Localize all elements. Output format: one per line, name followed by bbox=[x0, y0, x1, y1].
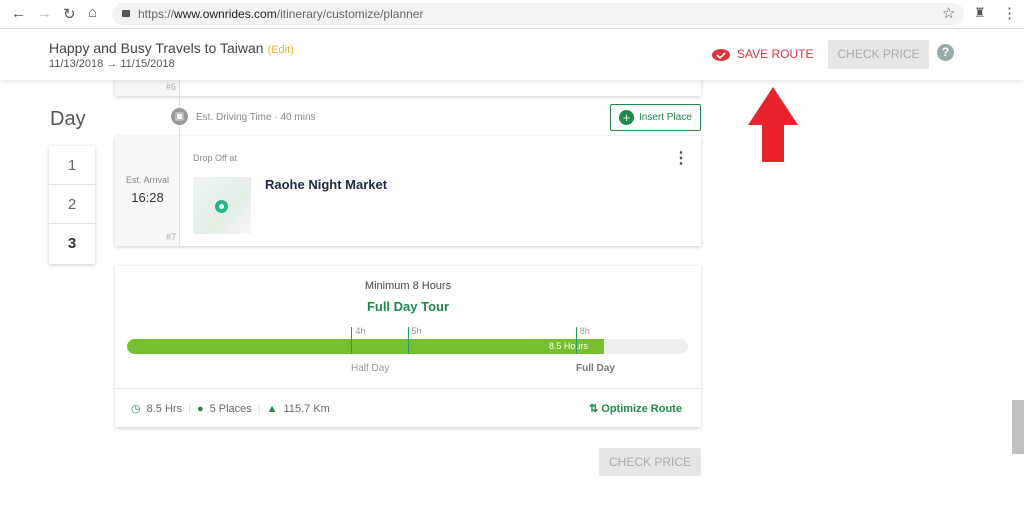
distance-icon: ▲ bbox=[266, 402, 278, 415]
tick-label: 8h bbox=[579, 326, 590, 336]
url-prefix: https:// bbox=[138, 7, 175, 21]
page-header: Happy and Busy Travels to Taiwan (Edit) 1… bbox=[0, 29, 1024, 80]
places-count: 5 Places bbox=[209, 402, 252, 415]
star-icon[interactable]: ☆ bbox=[942, 4, 955, 22]
more-options-icon[interactable]: ⋮ bbox=[673, 148, 689, 168]
optimize-icon: ⇅ bbox=[589, 403, 599, 415]
car-icon: ▣ bbox=[171, 108, 188, 125]
optimize-route-button[interactable]: ⇅ Optimize Route bbox=[589, 402, 682, 415]
progress-label: 8.5 Hours bbox=[548, 341, 588, 351]
extension-icon[interactable]: ♜ bbox=[974, 5, 986, 21]
arrival-label: Est. Arrival bbox=[125, 175, 169, 185]
map-thumbnail[interactable] bbox=[193, 177, 251, 234]
url-path: /itinerary/customize/planner bbox=[276, 7, 424, 21]
total-hours: 8.5 Hrs bbox=[146, 402, 183, 415]
cloud-check-icon bbox=[712, 49, 730, 61]
minimum-hours: Minimum 8 Hours bbox=[364, 280, 452, 292]
forward-icon[interactable]: → bbox=[37, 5, 52, 22]
title-text: Happy and Busy Travels to Taiwan bbox=[49, 40, 264, 56]
total-distance: 115.7 Km bbox=[283, 402, 330, 415]
check-price-bottom-button[interactable]: CHECK PRICE bbox=[599, 448, 701, 476]
plus-icon: + bbox=[619, 110, 634, 125]
driving-time: Est. Driving Time · 40 mins bbox=[196, 112, 316, 123]
day-tab-3[interactable]: 3 bbox=[49, 224, 95, 263]
save-route-label: SAVE ROUTE bbox=[737, 47, 814, 61]
tick-mark bbox=[575, 327, 577, 354]
stop-type: Drop Off at bbox=[193, 153, 237, 163]
driving-label: Est. Driving Time bbox=[196, 112, 272, 123]
insert-place-button[interactable]: + Insert Place bbox=[610, 104, 701, 131]
date-range: 11/13/2018 → 11/15/2018 bbox=[49, 58, 175, 70]
tour-type: Full Day Tour bbox=[366, 299, 450, 314]
map-pin-icon bbox=[215, 200, 228, 213]
tick-label: 5h bbox=[411, 326, 422, 336]
reload-icon[interactable]: ↻ bbox=[63, 5, 76, 23]
url-domain: www.ownrides.com bbox=[174, 7, 277, 21]
day-summary-card: Minimum 8 Hours Full Day Tour 8.5 Hours … bbox=[115, 266, 701, 427]
help-icon[interactable]: ? bbox=[937, 44, 954, 61]
optimize-label: Optimize Route bbox=[601, 403, 682, 415]
arrival-time: 16:28 bbox=[131, 190, 164, 205]
itinerary-title: Happy and Busy Travels to Taiwan (Edit) bbox=[49, 40, 294, 56]
full-day-label: Full Day bbox=[576, 363, 615, 374]
insert-place-label: Insert Place bbox=[639, 112, 692, 123]
scrollbar-thumb[interactable] bbox=[1012, 400, 1024, 454]
stop-index: #7 bbox=[166, 232, 177, 242]
place-name[interactable]: Raohe Night Market bbox=[265, 177, 387, 192]
day-heading: Day bbox=[50, 108, 86, 130]
route-stats: ◷ 8.5 Hrs | ● 5 Places | ▲ 115.7 Km bbox=[131, 402, 330, 416]
menu-icon[interactable]: ⋮ bbox=[1002, 4, 1017, 22]
tick-label: 4h bbox=[355, 326, 366, 336]
save-route-button[interactable]: SAVE ROUTE bbox=[711, 47, 813, 61]
half-day-label: Half Day bbox=[351, 363, 390, 374]
location-pin-icon: ● bbox=[196, 402, 204, 415]
day-tab-2[interactable]: 2 bbox=[49, 185, 95, 224]
sep: · bbox=[274, 112, 278, 123]
check-price-button[interactable]: CHECK PRICE bbox=[828, 40, 929, 69]
address-bar[interactable]: https://www.ownrides.com/itinerary/custo… bbox=[112, 3, 964, 25]
back-icon[interactable]: ← bbox=[11, 5, 26, 22]
lock-icon bbox=[122, 10, 130, 17]
browser-toolbar: ← → ↻ ⌂ https://www.ownrides.com/itinera… bbox=[0, 0, 1024, 29]
clock-icon: ◷ bbox=[131, 403, 141, 415]
start-date: 11/13/2018 bbox=[49, 58, 104, 70]
arrow-right-icon: → bbox=[106, 58, 118, 70]
driving-value: 40 mins bbox=[280, 112, 316, 123]
day-selector: 1 2 3 bbox=[49, 146, 95, 264]
edit-link[interactable]: (Edit) bbox=[268, 44, 294, 56]
hours-progress-fill bbox=[127, 339, 604, 354]
tick-mark bbox=[407, 327, 409, 354]
tick-mark bbox=[351, 327, 353, 354]
home-icon[interactable]: ⌂ bbox=[88, 4, 97, 21]
day-tab-1[interactable]: 1 bbox=[49, 146, 95, 185]
red-arrow-annotation bbox=[748, 87, 798, 162]
stop-index: #6 bbox=[166, 82, 177, 92]
stop-card: Est. Arrival 16:28 #7 Drop Off at Raohe … bbox=[115, 136, 701, 246]
end-date: 11/15/2018 bbox=[120, 58, 175, 70]
